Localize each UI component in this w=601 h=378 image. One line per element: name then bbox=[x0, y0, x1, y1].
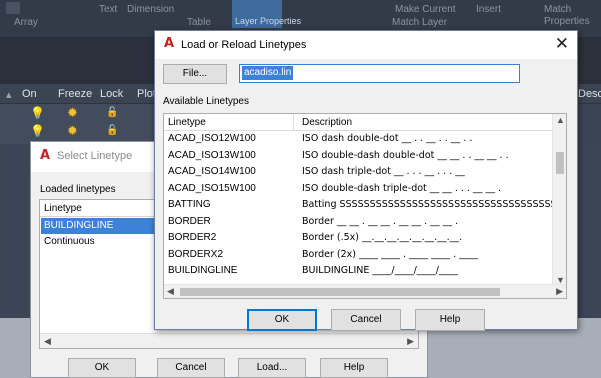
horizontal-scrollbar[interactable]: ◀ ▶ bbox=[40, 333, 418, 348]
lightbulb-icon[interactable]: 💡 bbox=[30, 106, 45, 120]
layer-rows: 💡 ✹ 🔓 💡 ✹ 🔓 bbox=[0, 104, 160, 144]
column-divider[interactable] bbox=[293, 114, 294, 131]
linetype-column-label: Linetype bbox=[44, 203, 82, 214]
select-linetype-title: Select Linetype bbox=[57, 150, 133, 162]
linetype-name: BATTING bbox=[168, 199, 211, 210]
load-linetypes-title: Load or Reload Linetypes bbox=[181, 39, 307, 51]
linetype-description: ISO dash double-dot __ . . __ . . __ . . bbox=[302, 133, 473, 144]
table-row[interactable]: BORDER Border __ __ . __ __ . __ __ . __… bbox=[164, 215, 554, 232]
scroll-right-icon[interactable]: ▶ bbox=[407, 336, 414, 347]
table-row[interactable]: BATTING Batting SSSSSSSSSSSSSSSSSSSSSSSS… bbox=[164, 198, 554, 215]
col-freeze[interactable]: Freeze bbox=[58, 88, 92, 100]
match-layer-label[interactable]: Match Layer bbox=[392, 17, 447, 28]
table-label[interactable]: Table bbox=[187, 17, 211, 28]
help-button[interactable]: Help bbox=[415, 309, 485, 331]
linetype-name: ACAD_ISO15W100 bbox=[168, 182, 256, 194]
linetype-description: Border (.5x) __.__.__.__.__.__.__.__. bbox=[302, 232, 463, 243]
table-row[interactable]: ACAD_ISO15W100 ISO double-dash triple-do… bbox=[164, 182, 554, 199]
linetype-description: Batting SSSSSSSSSSSSSSSSSSSSSSSSSSSSSSSS… bbox=[302, 199, 553, 210]
array-label[interactable]: Array bbox=[14, 17, 38, 28]
cancel-button[interactable]: Cancel bbox=[157, 358, 225, 378]
linetype-description: Border (2x) ____ ____ . ____ ____ . ____ bbox=[302, 248, 479, 260]
scroll-up-icon[interactable]: ▲ bbox=[556, 115, 565, 125]
array-icon[interactable] bbox=[6, 2, 20, 14]
dimension-label[interactable]: Dimension bbox=[127, 4, 174, 15]
lock-icon[interactable]: 🔓 bbox=[106, 107, 118, 118]
collapse-arrow-icon[interactable]: ▴ bbox=[6, 88, 12, 101]
layer-properties-button[interactable]: Layer Properties bbox=[232, 0, 301, 28]
linetype-name: BUILDINGLINE bbox=[168, 265, 238, 276]
close-icon[interactable]: ✕ bbox=[555, 34, 569, 54]
cancel-button[interactable]: Cancel bbox=[331, 309, 401, 331]
scroll-right-icon[interactable]: ▶ bbox=[556, 286, 563, 297]
sun-icon[interactable]: ✹ bbox=[67, 105, 78, 121]
available-linetypes-label: Available Linetypes bbox=[163, 96, 249, 107]
horizontal-scrollbar[interactable]: ◀ ▶ bbox=[164, 284, 566, 298]
col-description[interactable]: Descrip bbox=[578, 88, 601, 100]
file-name-value: acadiso.lin bbox=[242, 66, 294, 80]
linetype-column-header[interactable]: Linetype bbox=[168, 117, 206, 128]
list-item[interactable]: BUILDINGLINE bbox=[41, 218, 161, 234]
scroll-left-icon[interactable]: ◀ bbox=[167, 286, 174, 297]
description-column-header[interactable]: Description bbox=[302, 117, 352, 128]
file-name-input[interactable]: acadiso.lin bbox=[239, 64, 520, 83]
linetype-name: BORDER2 bbox=[168, 232, 217, 243]
available-linetypes-list[interactable]: Linetype Description ACAD_ISO12W100 ISO … bbox=[163, 113, 567, 299]
list-item[interactable]: Continuous bbox=[41, 234, 161, 250]
linetype-name: BORDERX2 bbox=[168, 248, 224, 260]
linetype-list-header: Linetype Description bbox=[164, 114, 554, 131]
linetype-description: ISO dash triple-dot __ . . . __ . . . __ bbox=[302, 166, 465, 177]
linetype-name: ACAD_ISO13W100 bbox=[168, 149, 256, 161]
autocad-logo-icon: A bbox=[40, 148, 51, 163]
table-row[interactable]: ACAD_ISO13W100 ISO double-dash double-do… bbox=[164, 149, 554, 166]
load-button[interactable]: Load... bbox=[238, 358, 306, 378]
layer-properties-label: Layer Properties bbox=[235, 16, 302, 26]
table-row[interactable]: ACAD_ISO14W100 ISO dash triple-dot __ . … bbox=[164, 165, 554, 182]
linetype-description: Border __ __ . __ __ . __ __ . __ __ . bbox=[302, 215, 459, 227]
linetype-description: ISO double-dash double-dot __ __ . . __ … bbox=[302, 149, 509, 161]
load-linetypes-dialog: A Load or Reload Linetypes ✕ File... aca… bbox=[154, 30, 578, 331]
table-row[interactable]: BUILDINGLINE BUILDINGLINE ____/____/____… bbox=[164, 264, 554, 281]
table-row[interactable]: ACAD_ISO12W100 ISO dash double-dot __ . … bbox=[164, 132, 554, 149]
loaded-linetypes-label: Loaded linetypes bbox=[40, 184, 116, 195]
lock-icon[interactable]: 🔓 bbox=[106, 125, 118, 136]
file-button[interactable]: File... bbox=[163, 64, 227, 84]
linetype-name: ACAD_ISO12W100 bbox=[168, 133, 256, 144]
ok-button[interactable]: OK bbox=[247, 309, 317, 331]
insert-label[interactable]: Insert bbox=[476, 4, 501, 15]
col-on[interactable]: On bbox=[22, 88, 37, 100]
horizontal-scroll-thumb[interactable] bbox=[180, 288, 500, 296]
autocad-logo-icon: A bbox=[164, 36, 175, 51]
help-button[interactable]: Help bbox=[320, 358, 388, 378]
linetype-name: ACAD_ISO14W100 bbox=[168, 166, 256, 177]
sun-icon[interactable]: ✹ bbox=[67, 123, 78, 139]
col-lock[interactable]: Lock bbox=[100, 88, 123, 100]
lightbulb-icon[interactable]: 💡 bbox=[30, 124, 45, 138]
match-properties-label[interactable]: Match Properties bbox=[544, 4, 600, 28]
load-linetypes-titlebar[interactable]: A Load or Reload Linetypes ✕ bbox=[155, 31, 577, 59]
linetype-description: ISO double-dash triple-dot __ __ . . . _… bbox=[302, 182, 501, 194]
linetype-name: BORDER bbox=[168, 215, 211, 227]
vertical-scrollbar[interactable]: ▲ ▼ bbox=[552, 114, 566, 286]
ok-button[interactable]: OK bbox=[68, 358, 136, 378]
make-current-label[interactable]: Make Current bbox=[395, 4, 456, 15]
vertical-scroll-thumb[interactable] bbox=[556, 152, 564, 174]
table-row[interactable]: BORDER2 Border (.5x) __.__.__.__.__.__._… bbox=[164, 231, 554, 248]
text-label[interactable]: Text bbox=[99, 4, 117, 15]
linetype-description: BUILDINGLINE ____/____/____/____ bbox=[302, 265, 458, 276]
scroll-left-icon[interactable]: ◀ bbox=[44, 336, 51, 347]
table-row[interactable]: BORDERX2 Border (2x) ____ ____ . ____ __… bbox=[164, 248, 554, 265]
